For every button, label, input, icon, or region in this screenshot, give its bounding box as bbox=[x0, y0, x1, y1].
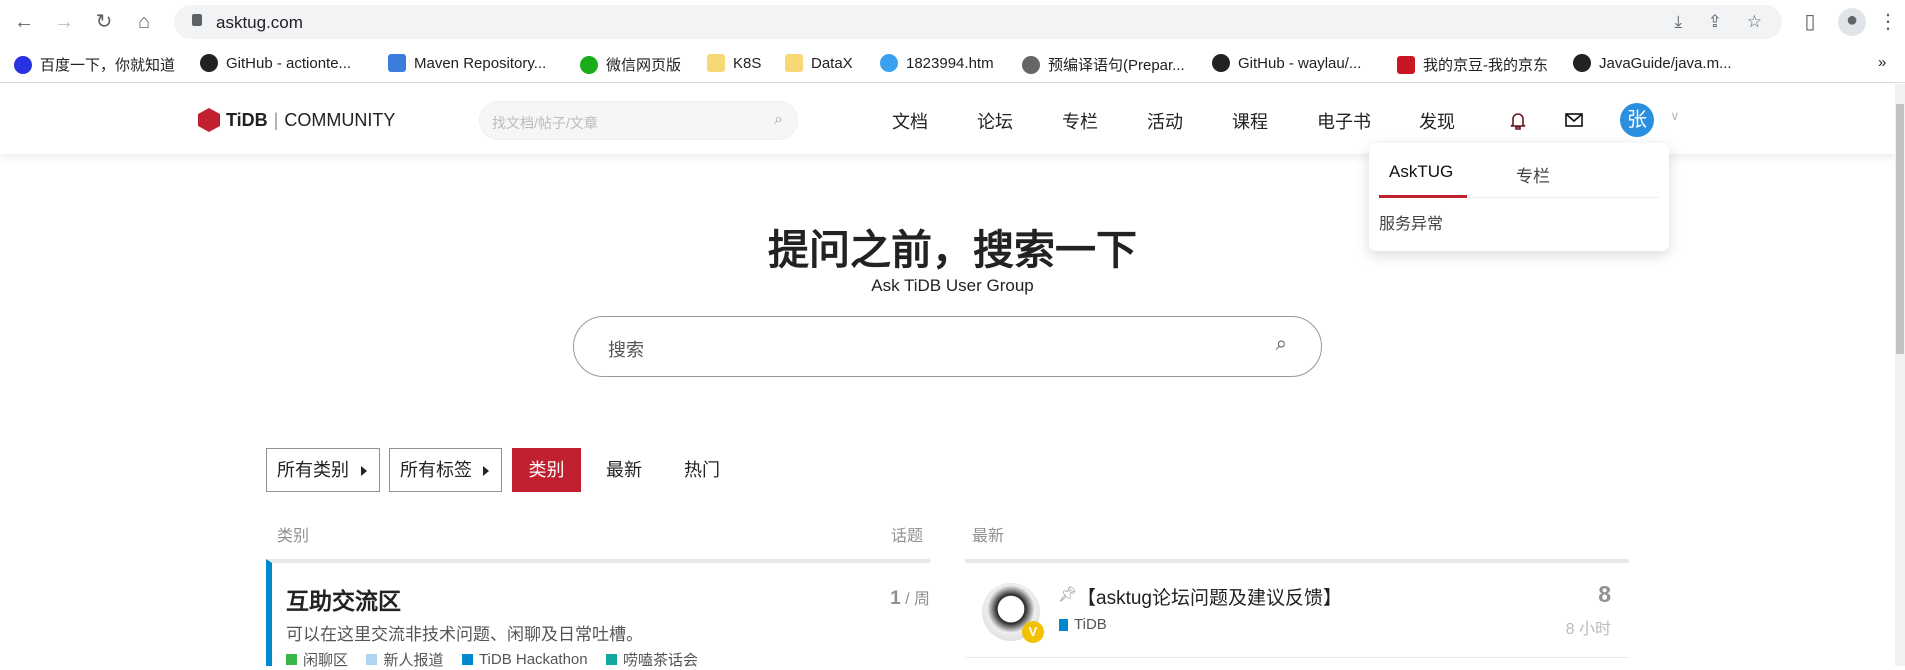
logo[interactable]: TiDB | COMMUNITY bbox=[198, 108, 395, 132]
lock-icon bbox=[192, 14, 202, 26]
bookmark[interactable]: 微信网页版 bbox=[580, 54, 681, 75]
category-description: 可以在这里交流非技术问题、闲聊及日常吐槽。 bbox=[286, 625, 643, 644]
all-categories-dropdown[interactable]: 所有类别 bbox=[266, 448, 380, 492]
page-scrollbar[interactable] bbox=[1895, 84, 1905, 666]
bookmarks-more[interactable]: » bbox=[1878, 54, 1886, 71]
tab-latest[interactable]: 最新 bbox=[606, 448, 642, 492]
user-avatar[interactable]: 张 bbox=[1620, 103, 1654, 137]
forward-icon[interactable]: → bbox=[52, 10, 76, 34]
nav-forum[interactable]: 论坛 bbox=[977, 108, 1013, 134]
category-column-header: 类别 bbox=[277, 528, 310, 545]
bookmark[interactable]: Maven Repository... bbox=[388, 54, 546, 72]
install-icon[interactable]: ⤓ bbox=[1674, 12, 1682, 32]
bookmark[interactable]: GitHub - actionte... bbox=[200, 54, 351, 72]
menu-icon[interactable]: ⋮ bbox=[1876, 10, 1900, 34]
subcategory-link[interactable]: 闲聊区 bbox=[286, 649, 348, 670]
main-search-input[interactable]: 搜索 ⌕ bbox=[573, 316, 1322, 377]
share-icon[interactable]: ⇪ bbox=[1708, 12, 1722, 32]
nav-events[interactable]: 活动 bbox=[1147, 108, 1183, 134]
nav-courses[interactable]: 课程 bbox=[1232, 108, 1268, 134]
caret-right-icon bbox=[483, 466, 489, 476]
bookmark[interactable]: DataX bbox=[785, 54, 853, 72]
bookmark[interactable]: JavaGuide/java.m... bbox=[1573, 54, 1732, 72]
caret-right-icon bbox=[361, 466, 367, 476]
latest-column-header: 最新 bbox=[972, 528, 1005, 545]
nav-docs[interactable]: 文档 bbox=[892, 108, 928, 134]
bell-icon[interactable] bbox=[1510, 111, 1526, 130]
bookmark[interactable]: 我的京豆-我的京东 bbox=[1397, 54, 1548, 75]
scrollbar-thumb[interactable] bbox=[1896, 104, 1904, 354]
latest-topic-row[interactable]: V 📌︎ 【asktug论坛问题及建议反馈】 TiDB 8 8 小时 bbox=[965, 559, 1629, 658]
tab-hot[interactable]: 热门 bbox=[684, 448, 720, 492]
bookmark[interactable]: K8S bbox=[707, 54, 761, 72]
active-tab-indicator bbox=[1379, 195, 1467, 198]
bookmark[interactable]: GitHub - waylau/... bbox=[1212, 54, 1361, 72]
topics-column-header: 话题 bbox=[891, 528, 924, 545]
bookmark[interactable]: 百度一下，你就知道 bbox=[14, 54, 175, 75]
subcategory-link[interactable]: TiDB Hackathon bbox=[461, 651, 588, 668]
tidb-logo-icon bbox=[198, 108, 220, 132]
nav-columns[interactable]: 专栏 bbox=[1062, 108, 1098, 134]
page-subtitle: Ask TiDB User Group bbox=[871, 276, 1034, 295]
category-topic-count: 1 / 周 bbox=[890, 588, 930, 609]
back-icon[interactable]: ← bbox=[12, 10, 36, 34]
subcategory-list: 闲聊区 新人报道 TiDB Hackathon 唠嗑茶话会 bbox=[286, 649, 712, 670]
bookmarks-bar: 百度一下，你就知道 GitHub - actionte... Maven Rep… bbox=[0, 44, 1905, 83]
mail-icon[interactable] bbox=[1565, 113, 1583, 127]
tab-columns[interactable]: 专栏 bbox=[1516, 162, 1550, 187]
topic-title[interactable]: 【asktug论坛问题及建议反馈】 bbox=[1077, 583, 1342, 610]
address-bar[interactable]: asktug.com ⤓ ⇪ ☆ bbox=[174, 5, 1782, 39]
browser-toolbar: ← → ↻ ⌂ asktug.com ⤓ ⇪ ☆ ▯ ● ⋮ bbox=[0, 0, 1905, 44]
search-icon[interactable]: ⌕ bbox=[774, 111, 783, 129]
chevron-down-icon[interactable]: ∨ bbox=[1670, 108, 1680, 124]
header-search-input[interactable]: 找文档/帖子/文章 ⌕ bbox=[479, 101, 798, 140]
subcategory-link[interactable]: 唠嗑茶话会 bbox=[606, 649, 698, 670]
pin-icon: 📌︎ bbox=[1058, 586, 1078, 603]
sidepanel-icon[interactable]: ▯ bbox=[1798, 10, 1822, 34]
reply-count: 8 bbox=[1598, 581, 1611, 607]
verified-badge: V bbox=[1022, 621, 1044, 643]
tab-categories[interactable]: 类别 bbox=[512, 448, 581, 492]
nav-ebooks[interactable]: 电子书 bbox=[1317, 108, 1371, 134]
subcategory-link[interactable]: 新人报道 bbox=[366, 649, 443, 670]
home-icon[interactable]: ⌂ bbox=[132, 10, 156, 34]
url-text: asktug.com bbox=[216, 13, 303, 32]
page-title: 提问之前，搜索一下 bbox=[768, 227, 1137, 273]
profile-icon[interactable]: ● bbox=[1838, 8, 1866, 36]
topic-category[interactable]: TiDB bbox=[1059, 616, 1107, 633]
nav-discover[interactable]: 发现 bbox=[1419, 108, 1455, 134]
tab-asktug[interactable]: AskTUG bbox=[1389, 162, 1453, 182]
all-tags-dropdown[interactable]: 所有标签 bbox=[389, 448, 502, 492]
bookmark[interactable]: 1823994.htm bbox=[880, 54, 994, 72]
bookmark[interactable]: 预编译语句(Prepar... bbox=[1022, 54, 1185, 75]
star-icon[interactable]: ☆ bbox=[1747, 12, 1762, 32]
topic-age: 8 小时 bbox=[1565, 621, 1611, 638]
reload-icon[interactable]: ↻ bbox=[92, 10, 116, 34]
category-name[interactable]: 互助交流区 bbox=[286, 582, 401, 616]
category-row[interactable]: 互助交流区 1 / 周 可以在这里交流非技术问题、闲聊及日常吐槽。 闲聊区 新人… bbox=[266, 559, 930, 669]
search-icon[interactable]: ⌕ bbox=[1276, 333, 1287, 356]
